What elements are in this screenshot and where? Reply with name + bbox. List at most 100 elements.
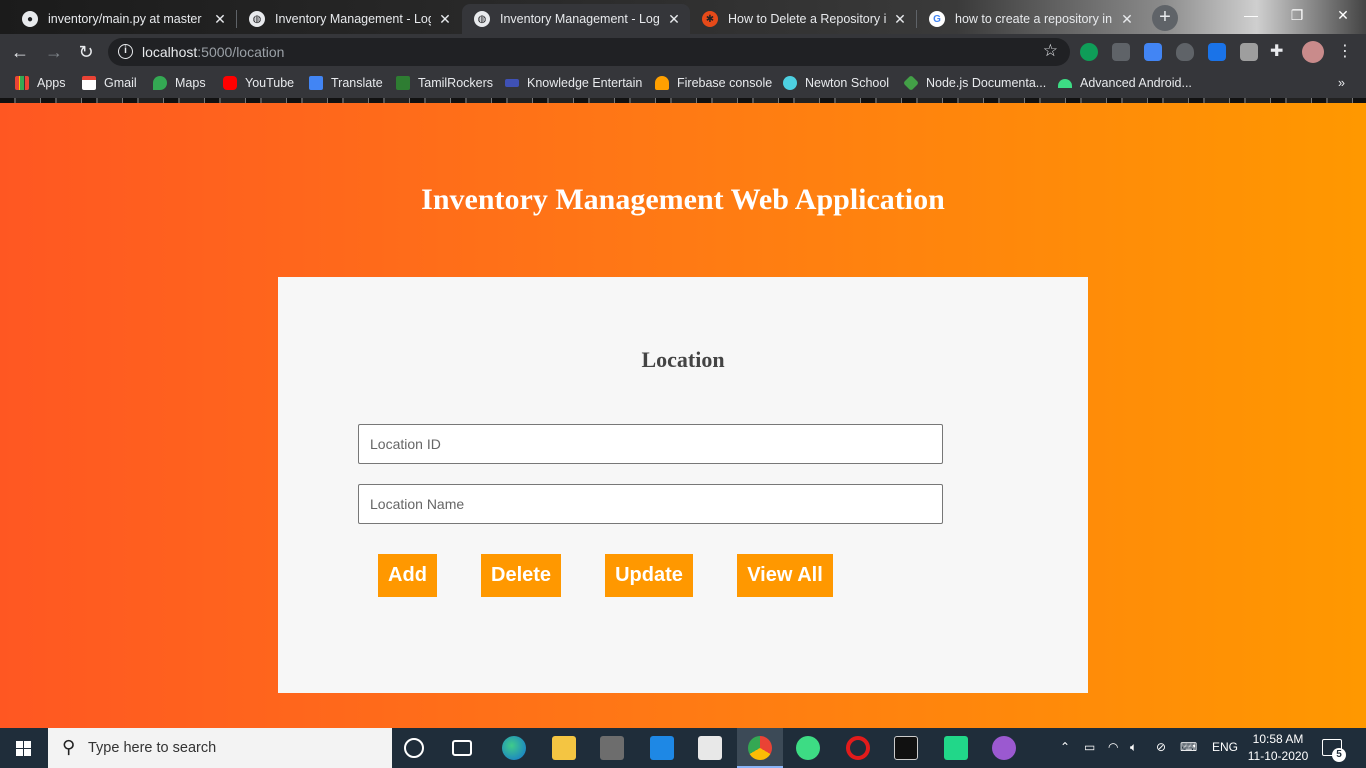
bookmark-apps[interactable]: Apps [15,76,66,90]
bookmark-label: Newton School [805,76,890,90]
terminal-icon[interactable] [894,736,918,760]
back-arrow-icon[interactable]: ← [8,40,32,64]
location-name-input[interactable] [358,484,943,524]
file-explorer-icon[interactable] [552,736,576,760]
close-icon[interactable]: ✕ [437,11,453,28]
notification-badge: 5 [1332,748,1346,762]
browser-tab[interactable]: ● inventory/main.py at master · l ✕ [10,4,236,34]
android-icon [1058,78,1072,88]
update-button[interactable]: Update [605,554,693,597]
start-button[interactable] [0,728,48,768]
clock-time: 10:58 AM [1252,732,1304,746]
wifi-icon[interactable]: ◠ [1108,740,1118,754]
opera-icon[interactable] [846,736,870,760]
forward-arrow-icon[interactable]: → [42,40,66,64]
menu-dots-icon[interactable]: ⋮ [1336,43,1354,61]
taskbar-search-placeholder: Type here to search [88,740,217,756]
bookmark-label: Maps [175,76,206,90]
bookmark-knowledge[interactable]: Knowledge Entertain [505,76,642,90]
close-icon[interactable]: ✕ [212,11,228,28]
globe-icon: ◍ [249,11,265,27]
bookmark-nodejs[interactable]: Node.js Documenta... [903,75,1047,91]
task-view-icon[interactable] [452,740,472,756]
puzzle-icon[interactable]: ✚ [1270,43,1288,61]
tab-strip: ● inventory/main.py at master · l ✕ ◍ In… [0,0,1366,34]
extension-icon[interactable] [1208,43,1226,61]
bookmark-firebase[interactable]: Firebase console [655,76,772,90]
bookmark-label: Apps [37,76,66,90]
youtube-icon [223,76,237,90]
url-text[interactable]: localhost:5000/location [142,44,284,60]
window-close-icon[interactable]: ✕ [1320,0,1366,30]
cortana-icon[interactable] [404,738,424,758]
close-icon[interactable]: ✕ [666,11,682,28]
taskbar-search[interactable]: ⚲ Type here to search [48,728,392,768]
bookmarks-bar: Apps Gmail Maps YouTube Translate TamilR… [0,70,1366,98]
add-button[interactable]: Add [378,554,437,597]
github-desktop-icon[interactable] [992,736,1016,760]
address-bar[interactable]: i localhost:5000/location ☆ [108,38,1070,66]
translate-extension-icon[interactable] [1144,43,1162,61]
download-icon[interactable] [1112,43,1130,61]
system-clock[interactable]: 10:58 AM 11-10-2020 [1246,731,1310,765]
bookmark-label: Advanced Android... [1080,76,1192,90]
restore-icon[interactable]: ❐ [1274,0,1320,30]
delete-button[interactable]: Delete [481,554,561,597]
battery-icon[interactable]: ▭ [1084,740,1095,754]
shield-icon[interactable] [1176,43,1194,61]
avatar[interactable] [1302,41,1324,63]
card-title: Location [641,347,725,372]
gear-icon: ✱ [702,11,718,27]
windows-taskbar: ⚲ Type here to search ⌃ ▭ ◠ 🔈︎ ⊘ ⌨ ENG 1… [0,728,1366,768]
clock-date: 11-10-2020 [1247,749,1309,763]
volume-icon[interactable]: 🔈︎ [1130,740,1137,755]
site-info-icon[interactable]: i [118,44,133,59]
apps-grid-icon [15,76,29,90]
gmail-icon [82,76,96,90]
mail-icon[interactable] [650,736,674,760]
keyboard-icon[interactable]: ⌨ [1180,740,1197,754]
bookmark-translate[interactable]: Translate [309,76,383,90]
network-icon[interactable]: ⊘ [1156,740,1166,754]
bookmark-label: Gmail [104,76,137,90]
close-icon[interactable]: ✕ [892,11,908,28]
firebase-icon [655,76,669,90]
url-path: :5000/location [197,44,285,60]
bookmark-tamilrockers[interactable]: TamilRockers [396,76,493,90]
notes-icon[interactable] [698,736,722,760]
bookmark-label: YouTube [245,76,295,90]
extension-icon[interactable] [1240,43,1258,61]
new-tab-button[interactable]: + [1152,5,1178,31]
chrome-icon[interactable] [748,736,772,760]
browser-tab-active[interactable]: ◍ Inventory Management - Login ✕ [462,4,690,34]
bookmark-star-icon[interactable]: ☆ [1043,41,1058,61]
browser-toolbar: ← → ↻ i localhost:5000/location ☆ ✚ ⋮ [0,34,1366,70]
globe-icon: ◍ [474,11,490,27]
close-icon[interactable]: ✕ [1119,11,1135,28]
bookmark-gmail[interactable]: Gmail [82,76,137,90]
browser-tab[interactable]: ◍ Inventory Management - Login ✕ [237,4,461,34]
browser-tab[interactable]: G how to create a repository in g ✕ [917,4,1143,34]
reload-icon[interactable]: ↻ [74,40,98,64]
store-icon[interactable] [600,736,624,760]
bookmark-android[interactable]: Advanced Android... [1058,76,1192,90]
bookmark-newton[interactable]: Newton School [783,76,889,90]
tab-title: How to Delete a Repository in G [728,12,886,26]
bookmark-label: Node.js Documenta... [926,76,1047,90]
pycharm-icon[interactable] [944,736,968,760]
edge-icon[interactable] [502,736,526,760]
bookmark-youtube[interactable]: YouTube [223,76,294,90]
android-studio-icon[interactable] [796,736,820,760]
github-icon: ● [22,11,38,27]
location-id-input[interactable] [358,424,943,464]
language-indicator[interactable]: ENG [1212,740,1238,754]
browser-tab[interactable]: ✱ How to Delete a Repository in G ✕ [690,4,916,34]
extension-icon[interactable] [1080,43,1098,61]
search-icon: ⚲ [62,737,76,757]
chevron-up-icon[interactable]: ⌃ [1060,740,1070,754]
view-all-button[interactable]: View All [737,554,833,597]
more-bookmarks-button[interactable]: » [1338,76,1345,90]
windows-logo-icon [16,741,31,756]
bookmark-maps[interactable]: Maps [153,76,206,90]
minimize-icon[interactable]: — [1228,0,1274,30]
